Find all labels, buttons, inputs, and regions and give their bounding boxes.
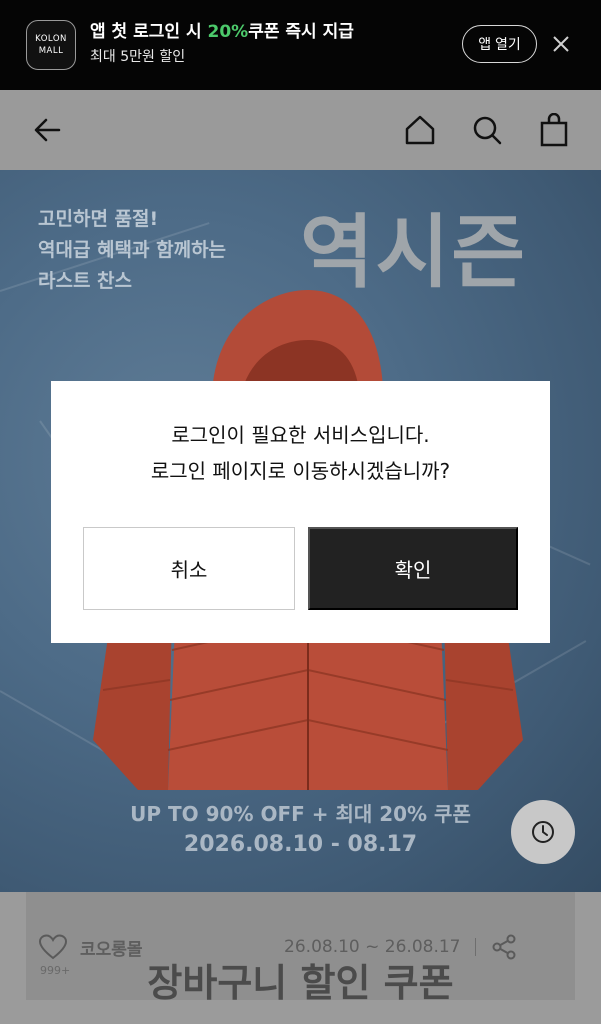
kolon-mall-logo[interactable]: KOLON MALL <box>26 20 76 70</box>
cancel-button[interactable]: 취소 <box>83 527 295 610</box>
shopping-bag-icon[interactable] <box>532 108 576 152</box>
search-icon[interactable] <box>465 108 509 152</box>
app-install-banner: KOLON MALL 앱 첫 로그인 시 20%쿠폰 즉시 지급 최대 5만원 … <box>0 0 601 90</box>
hero-copy-line2: 역대급 혜택과 함께하는 <box>38 239 227 261</box>
brand-name: 코오롱몰 <box>80 939 143 960</box>
confirm-button[interactable]: 확인 <box>308 527 518 610</box>
share-icon[interactable] <box>490 933 518 961</box>
like-count: 999+ <box>40 964 71 977</box>
dialog-message-line2: 로그인 페이지로 이동하시겠습니까? <box>150 459 451 483</box>
banner-text: 앱 첫 로그인 시 20%쿠폰 즉시 지급 최대 5만원 할인 <box>90 20 354 68</box>
open-app-button[interactable]: 앱 열기 <box>462 25 537 63</box>
divider <box>474 938 476 956</box>
promo-discount-text: UP TO 90% OFF + 최대 20% 쿠폰 <box>130 802 471 826</box>
heart-icon[interactable] <box>38 933 68 961</box>
clock-icon <box>532 821 554 843</box>
recent-history-button[interactable] <box>511 800 575 864</box>
back-arrow-icon[interactable] <box>25 108 69 152</box>
close-icon[interactable] <box>549 32 573 56</box>
bottom-section: 장바구니 할인 쿠폰 코오롱몰 26.08.10 ~ 26.08.17 999+ <box>0 892 601 1024</box>
banner-title-post: 쿠폰 즉시 지급 <box>248 22 354 42</box>
hero-copy-line1: 고민하면 품절! <box>38 208 159 230</box>
banner-title: 앱 첫 로그인 시 20%쿠폰 즉시 지급 <box>90 20 354 44</box>
banner-title-pre: 앱 첫 로그인 시 <box>90 22 208 42</box>
coupon-info-row: 코오롱몰 26.08.10 ~ 26.08.17 <box>38 932 518 962</box>
banner-title-highlight: 20% <box>207 22 249 42</box>
login-required-dialog: 로그인이 필요한 서비스입니다. 로그인 페이지로 이동하시겠습니까? 취소 확… <box>51 381 550 643</box>
home-icon[interactable] <box>398 108 442 152</box>
dialog-message: 로그인이 필요한 서비스입니다. 로그인 페이지로 이동하시겠습니까? <box>51 417 550 489</box>
coupon-date-range: 26.08.10 ~ 26.08.17 <box>284 937 461 957</box>
dialog-message-line1: 로그인이 필요한 서비스입니다. <box>171 423 430 447</box>
banner-subtitle: 최대 5만원 할인 <box>90 49 186 65</box>
logo-line1: KOLON <box>35 34 67 44</box>
logo-line2: MALL <box>38 46 64 56</box>
top-navigation <box>0 90 601 170</box>
